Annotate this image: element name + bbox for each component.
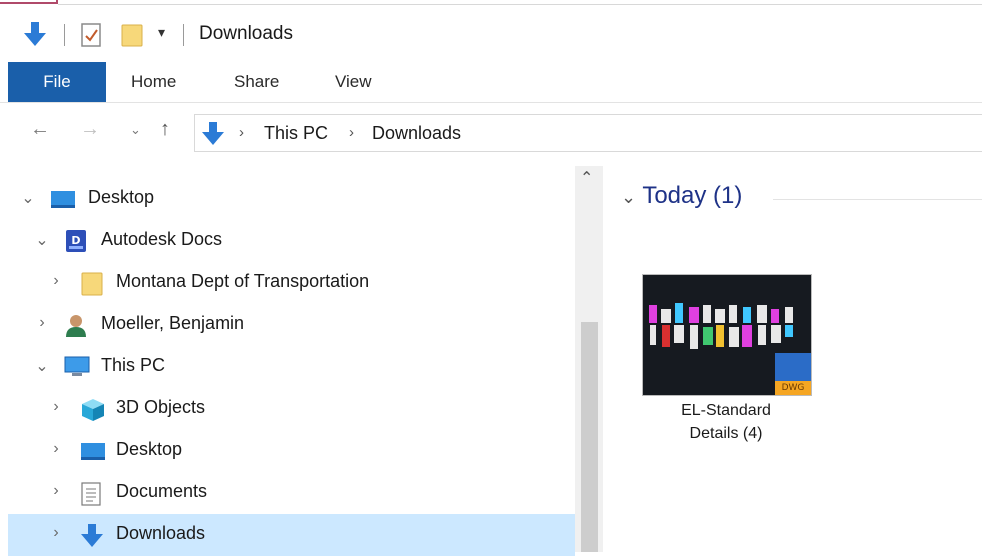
file-name-label[interactable]: EL-Standard Details (4) — [643, 399, 809, 445]
customize-toolbar-icon[interactable]: ▾ — [158, 24, 165, 41]
file-list-pane: ⌄ Today (1) DWG EL-Standard Details (4) — [603, 166, 982, 552]
nav-item-downloads[interactable]: › Downloads — [8, 514, 575, 556]
ribbon-tabs: File Home Share View — [0, 62, 982, 103]
nav-item-label: 3D Objects — [116, 397, 206, 417]
nav-item-label: Downloads — [116, 523, 206, 543]
breadcrumb-this-pc[interactable]: This PC — [264, 123, 328, 144]
nav-item-label: Autodesk Docs — [101, 229, 223, 249]
breadcrumb-separator: › — [239, 124, 244, 141]
this-pc-icon — [64, 355, 90, 379]
expanded-chevron-icon[interactable]: ⌄ — [34, 230, 50, 250]
forward-arrow-icon[interactable]: → — [80, 118, 100, 141]
desktop-icon — [50, 187, 75, 211]
nav-item-label: Desktop — [116, 439, 183, 459]
autodesk-docs-icon: D — [64, 229, 88, 253]
documents-icon — [80, 481, 104, 506]
nav-item-montana-dept[interactable]: › Montana Dept of Transportation — [8, 262, 575, 304]
nav-pane-scrollbar[interactable]: ⌃ — [575, 166, 603, 552]
user-icon — [64, 313, 88, 337]
collapsed-chevron-icon[interactable]: › — [48, 524, 64, 542]
desktop-icon — [80, 439, 105, 463]
properties-icon[interactable] — [80, 22, 102, 53]
file-thumbnail[interactable]: DWG — [642, 274, 812, 396]
address-bar[interactable]: › This PC › Downloads — [194, 114, 982, 152]
nav-item-desktop[interactable]: › Desktop — [8, 430, 575, 472]
back-arrow-icon[interactable]: ← — [30, 118, 50, 141]
collapsed-chevron-icon[interactable]: › — [48, 398, 64, 416]
nav-item-documents[interactable]: › Documents — [8, 472, 575, 514]
downloads-location-icon — [201, 121, 225, 152]
file-name-line-1: EL-Standard — [681, 402, 771, 419]
svg-text:D: D — [71, 234, 80, 247]
nav-item-desktop-root[interactable]: ⌄ Desktop — [8, 178, 575, 220]
expanded-chevron-icon[interactable]: ⌄ — [34, 356, 50, 376]
collapsed-chevron-icon[interactable]: › — [34, 314, 50, 332]
file-name-line-2: Details (4) — [689, 425, 763, 442]
folder-icon — [80, 271, 104, 296]
tab-file[interactable]: File — [8, 62, 106, 102]
tab-home[interactable]: Home — [131, 62, 176, 102]
window-accent-corner — [0, 0, 58, 4]
expanded-chevron-icon[interactable]: ⌄ — [20, 188, 36, 208]
group-header-today[interactable]: ⌄ Today (1) — [621, 182, 742, 210]
breadcrumb-separator: › — [349, 124, 354, 141]
nav-item-label: This PC — [101, 355, 166, 375]
nav-item-user[interactable]: › Moeller, Benjamin — [8, 304, 575, 346]
scrollbar-thumb[interactable] — [581, 322, 598, 552]
group-collapse-chevron-icon[interactable]: ⌄ — [621, 187, 636, 207]
download-arrow-icon[interactable] — [22, 20, 48, 55]
group-divider — [773, 199, 982, 200]
window-top-border — [58, 4, 982, 5]
nav-item-this-pc[interactable]: ⌄ This PC — [8, 346, 575, 388]
tab-view[interactable]: View — [335, 62, 372, 102]
title-bar: ▾ Downloads — [0, 10, 982, 60]
navigation-row: ← → ⌄ ↑ › This PC › Downloads — [0, 108, 982, 156]
scroll-up-icon[interactable]: ⌃ — [580, 168, 593, 188]
nav-item-label: Montana Dept of Transportation — [116, 271, 370, 291]
navigation-pane: ⌄ Desktop ⌄ D Autodesk Docs › Montana De… — [0, 166, 575, 556]
breadcrumb-downloads[interactable]: Downloads — [372, 123, 461, 144]
dwg-file-badge-icon: DWG — [775, 353, 811, 395]
collapsed-chevron-icon[interactable]: › — [48, 440, 64, 458]
nav-item-label: Moeller, Benjamin — [101, 313, 245, 333]
collapsed-chevron-icon[interactable]: › — [48, 482, 64, 500]
nav-item-label: Desktop — [88, 187, 155, 207]
window-top-edge — [0, 0, 982, 8]
downloads-icon — [80, 523, 104, 547]
window-title: Downloads — [199, 23, 293, 44]
toolbar-separator — [64, 24, 65, 46]
toolbar-separator — [183, 24, 184, 46]
tab-share[interactable]: Share — [234, 62, 279, 102]
recent-locations-chevron-icon[interactable]: ⌄ — [130, 122, 141, 138]
nav-item-autodesk-docs[interactable]: ⌄ D Autodesk Docs — [8, 220, 575, 262]
nav-item-label: Documents — [116, 481, 208, 501]
nav-item-3d-objects[interactable]: › 3D Objects — [8, 388, 575, 430]
dwg-badge-label: DWG — [775, 381, 811, 395]
group-header-label: Today (1) — [642, 182, 743, 209]
3d-objects-icon — [80, 397, 104, 421]
collapsed-chevron-icon[interactable]: › — [48, 272, 64, 290]
up-arrow-icon[interactable]: ↑ — [160, 118, 170, 141]
new-folder-icon[interactable] — [120, 22, 146, 53]
